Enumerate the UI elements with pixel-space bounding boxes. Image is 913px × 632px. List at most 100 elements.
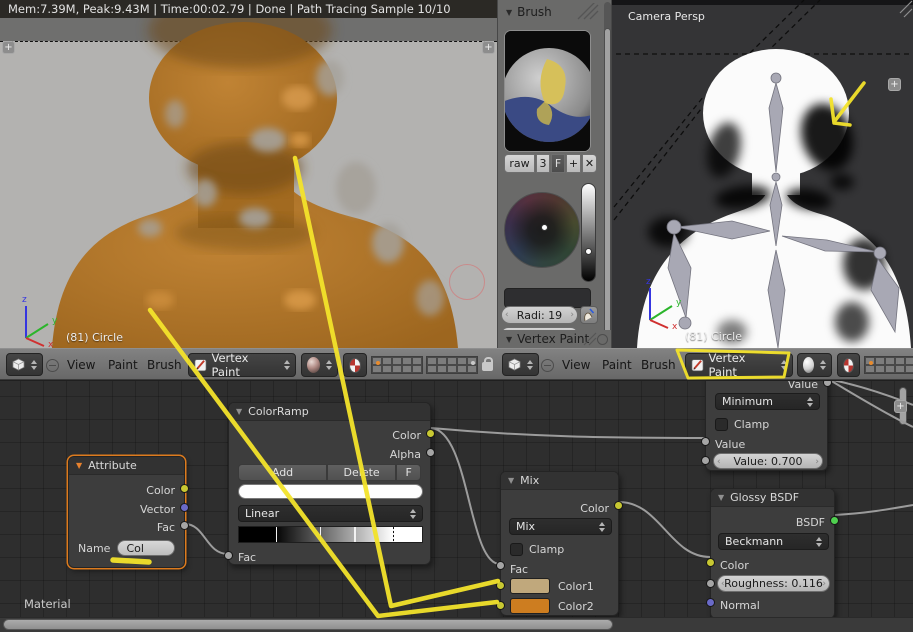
socket-alpha-out[interactable] xyxy=(426,448,435,457)
color-wheel[interactable] xyxy=(504,192,580,268)
menu-view[interactable]: View xyxy=(67,358,95,372)
node-glossy-header[interactable]: ▼ Glossy BSDF xyxy=(711,489,834,507)
collapse-menus-button[interactable] xyxy=(46,359,59,372)
ramp-stop-color-field[interactable] xyxy=(238,484,423,499)
color-wheel-cursor[interactable] xyxy=(541,224,548,231)
editor-type-button[interactable] xyxy=(502,353,539,376)
operation-dropdown[interactable]: Minimum xyxy=(715,393,820,410)
ramp-add-button[interactable]: Add xyxy=(238,463,328,481)
socket-fac-out[interactable] xyxy=(180,521,189,530)
distribution-label: Beckmann xyxy=(725,535,784,548)
editor-type-button[interactable] xyxy=(6,353,43,376)
expand-toolshelf-button[interactable]: + xyxy=(2,41,15,54)
ramp-stop[interactable] xyxy=(275,527,278,542)
expand-properties-button[interactable]: + xyxy=(482,41,495,54)
value-slider-cursor[interactable] xyxy=(585,248,592,255)
roughness-slider[interactable]: ‹ Roughness: 0.116 › xyxy=(717,575,830,592)
pressure-sensitivity-button[interactable] xyxy=(580,306,598,324)
layers-grid-1[interactable] xyxy=(371,356,423,374)
distribution-dropdown[interactable]: Beckmann xyxy=(718,533,829,550)
socket-roughness-in[interactable] xyxy=(706,579,715,588)
right-3d-viewport[interactable]: Camera Persp + z y x (81) Circle xyxy=(612,0,913,348)
brush-panel-header[interactable]: ▼ Brush xyxy=(506,5,552,19)
node-mix-header[interactable]: ▼ Mix xyxy=(501,472,618,490)
left-3d-viewport[interactable]: + + z y x (81) Circle xyxy=(0,18,497,348)
panel-resize-grip[interactable] xyxy=(576,3,600,21)
socket-bsdf-out[interactable] xyxy=(830,516,839,525)
color1-swatch[interactable] xyxy=(510,578,550,594)
menu-brush[interactable]: Brush xyxy=(641,358,676,372)
output-bsdf-label: BSDF xyxy=(795,515,825,529)
viewport-shading-dropdown[interactable] xyxy=(301,353,338,377)
node-editor[interactable]: ▼ Attribute Color Vector Fac Name Col ▼ … xyxy=(0,380,913,632)
vertex-paint-icon xyxy=(194,359,207,372)
fake-user-button[interactable]: F xyxy=(551,154,565,173)
expand-panel-button[interactable]: + xyxy=(894,400,907,413)
unlink-brush-button[interactable]: ✕ xyxy=(582,154,597,173)
panel-scrollbar[interactable] xyxy=(604,28,611,340)
node-colorramp[interactable]: ▼ ColorRamp Color Alpha Add Delete F Lin… xyxy=(224,402,435,565)
menu-paint[interactable]: Paint xyxy=(108,358,138,372)
slider-left-arrow: ‹ xyxy=(717,456,721,467)
socket-normal-in[interactable] xyxy=(706,598,715,607)
socket-color2-in[interactable] xyxy=(496,601,505,610)
socket-color1-in[interactable] xyxy=(496,581,505,590)
socket-fac-in[interactable] xyxy=(496,561,505,570)
expand-properties-button[interactable]: + xyxy=(888,78,901,91)
mode-dropdown[interactable]: Vertex Paint xyxy=(188,351,296,379)
ramp-stop[interactable] xyxy=(354,527,356,542)
panel-options-icon[interactable] xyxy=(597,334,608,345)
material-breadcrumb: Material xyxy=(24,597,71,611)
node-math-minimum[interactable]: ▼ Value Minimum Clamp Value ‹ Value: 0.7… xyxy=(701,380,832,471)
blend-mode-dropdown[interactable]: Mix xyxy=(509,518,612,535)
attribute-name-field[interactable]: Col xyxy=(117,540,175,556)
socket-color-out[interactable] xyxy=(426,429,435,438)
socket-color-in[interactable] xyxy=(706,558,715,567)
lock-icon[interactable] xyxy=(482,357,493,371)
layers-grid-1[interactable] xyxy=(864,356,913,374)
socket-value-in[interactable] xyxy=(701,437,710,446)
clamp-checkbox[interactable] xyxy=(510,542,523,556)
interpolation-dropdown[interactable]: Linear xyxy=(238,505,423,522)
socket-color-out[interactable] xyxy=(180,484,189,493)
viewport-shading-dropdown[interactable] xyxy=(797,353,832,377)
ramp-stop[interactable] xyxy=(319,527,322,542)
value-slider[interactable] xyxy=(581,183,596,282)
collapse-menus-button[interactable] xyxy=(541,359,554,372)
brush-users-count[interactable]: 3 xyxy=(536,154,550,173)
radius-slider-label: Radi: 19 xyxy=(516,308,563,322)
socket-value2-in[interactable] xyxy=(701,456,710,465)
node-attribute-header[interactable]: ▼ Attribute xyxy=(69,457,184,475)
node-mix[interactable]: ▼ Mix Color Mix Clamp Fac Color1 Color2 xyxy=(496,471,623,616)
brush-datablock-name[interactable]: raw xyxy=(504,154,535,173)
menu-view[interactable]: View xyxy=(562,358,590,372)
clamp-checkbox[interactable] xyxy=(715,417,728,431)
socket-vector-out[interactable] xyxy=(180,503,189,512)
node-attribute[interactable]: ▼ Attribute Color Vector Fac Name Col xyxy=(68,456,189,568)
texture-toggle-button[interactable] xyxy=(343,353,367,377)
layers-grid-2[interactable] xyxy=(426,356,478,374)
menu-brush[interactable]: Brush xyxy=(147,358,182,372)
mode-dropdown[interactable]: Vertex Paint xyxy=(685,351,793,379)
socket-fac-in[interactable] xyxy=(224,551,233,560)
output-value-label: Value xyxy=(787,380,818,391)
menu-paint[interactable]: Paint xyxy=(602,358,632,372)
node-glossy-bsdf[interactable]: ▼ Glossy BSDF BSDF Beckmann Color ‹ Roug… xyxy=(706,488,839,619)
input-fac-label: Fac xyxy=(238,550,257,564)
ramp-fake-user-button[interactable]: F xyxy=(396,463,421,481)
active-color-swatch[interactable] xyxy=(504,288,591,308)
radius-slider[interactable]: ‹ Radi: 19 › xyxy=(501,306,578,324)
vertex-paint-panel-header[interactable]: ▼ Vertex Paint xyxy=(498,330,611,348)
texture-toggle-button[interactable] xyxy=(837,353,860,377)
color2-swatch[interactable] xyxy=(510,598,550,614)
socket-color-out[interactable] xyxy=(614,501,623,510)
node-colorramp-header[interactable]: ▼ ColorRamp xyxy=(229,403,430,421)
ramp-stop-selected[interactable] xyxy=(392,527,395,542)
add-brush-button[interactable]: + xyxy=(566,154,581,173)
roughness-label: Roughness: 0.116 xyxy=(724,577,823,590)
color-ramp-gradient[interactable] xyxy=(238,526,423,543)
brush-preview[interactable] xyxy=(504,30,591,152)
value-slider[interactable]: ‹ Value: 0.700 › xyxy=(713,453,823,469)
editor-hscrollbar[interactable] xyxy=(3,619,613,630)
ramp-delete-button[interactable]: Delete xyxy=(327,463,397,481)
